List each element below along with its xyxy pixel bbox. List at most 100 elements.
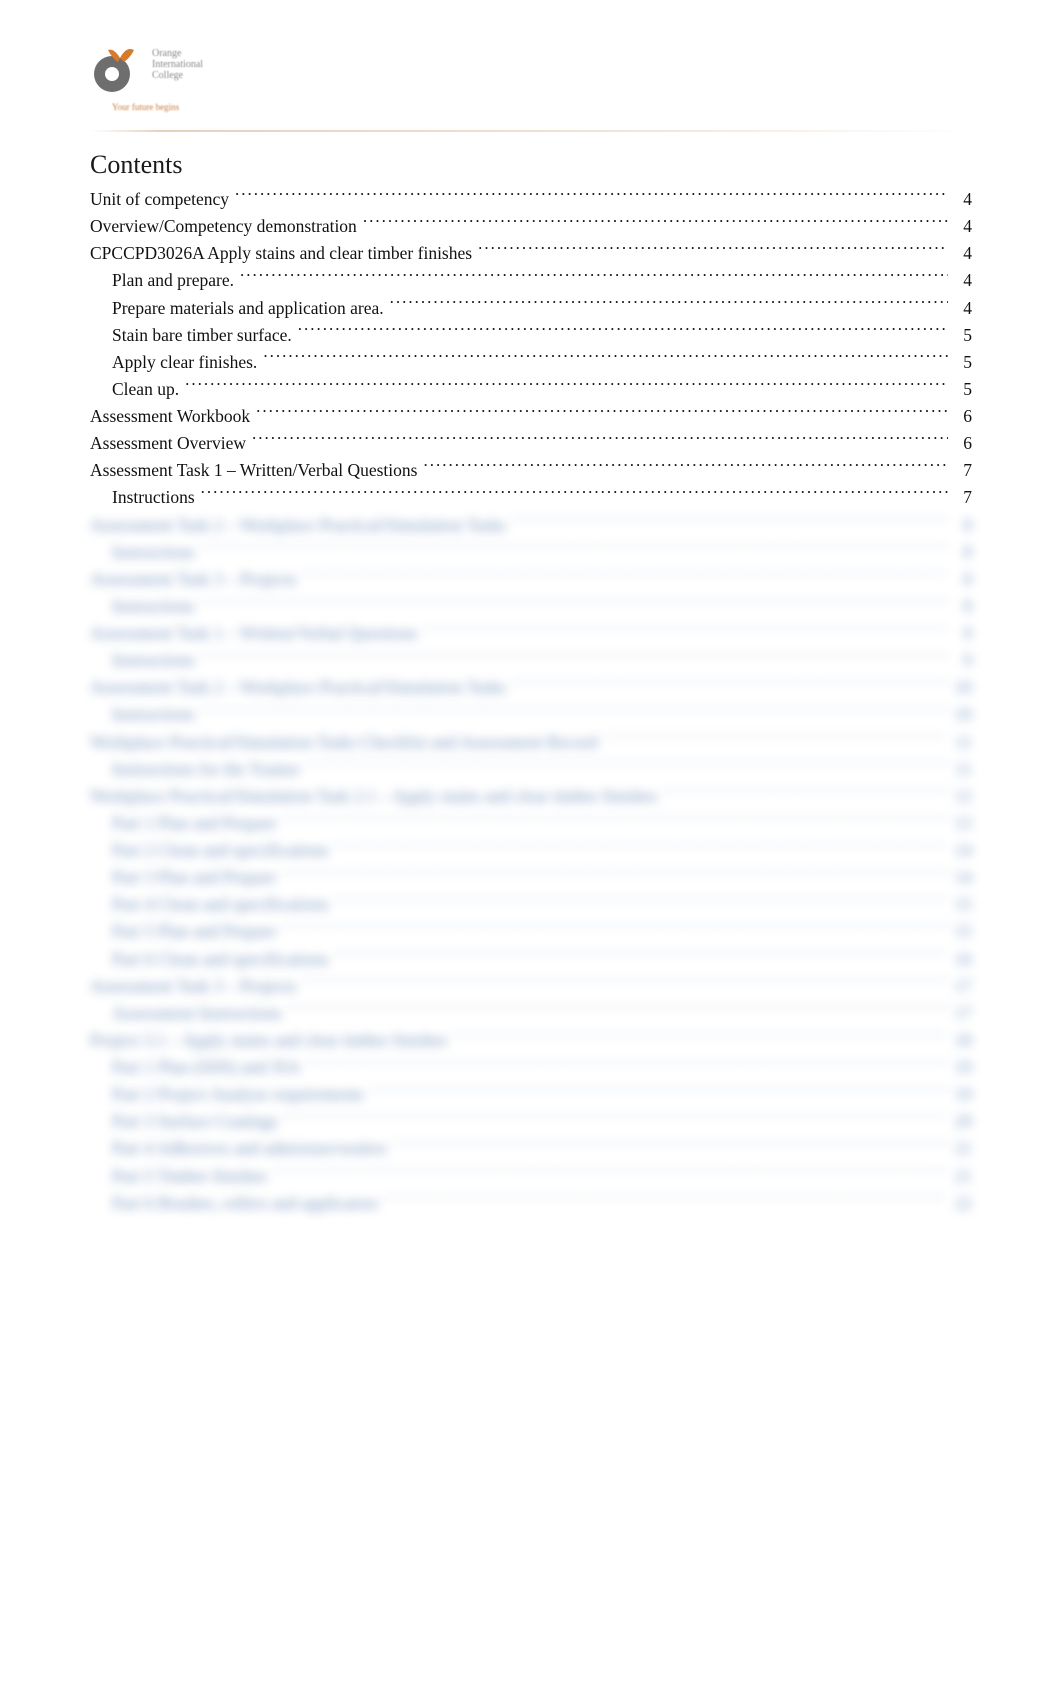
toc-leader-dots bbox=[201, 594, 948, 612]
toc-entry-label: Assessment Task 1 – Written/Verbal Quest… bbox=[90, 457, 417, 484]
toc-row: Assessment Overview 6 bbox=[90, 430, 972, 457]
toc-leader-dots bbox=[370, 1083, 948, 1101]
toc-entry-page: 5 bbox=[954, 349, 972, 376]
toc-entry-page: 15 bbox=[954, 918, 972, 945]
toc-entry-page: 22 bbox=[954, 1190, 972, 1217]
header-divider bbox=[90, 130, 972, 132]
toc-entry-page: 5 bbox=[954, 376, 972, 403]
toc-leader-dots bbox=[282, 811, 948, 829]
toc-row: Part 1 Plan (SDS) and JSA19 bbox=[90, 1054, 972, 1081]
toc-entry-label: CPCCPD3026A Apply stains and clear timbe… bbox=[90, 240, 472, 267]
toc-row: Assessment Task 2 – Workplace Practical/… bbox=[90, 512, 972, 539]
toc-entry-page: 11 bbox=[954, 756, 972, 783]
toc-row: Workplace Practical/Simulation Task 2.1 … bbox=[90, 783, 972, 810]
toc-row: Instructions for the Trainer11 bbox=[90, 756, 972, 783]
toc-entry-label: Part 3 Plan and Prepare bbox=[112, 864, 276, 891]
toc-entry-page: 12 bbox=[954, 783, 972, 810]
toc-leader-dots bbox=[663, 784, 948, 802]
toc-entry-page: 10 bbox=[954, 701, 972, 728]
toc-entry-page: 18 bbox=[954, 1027, 972, 1054]
toc-row: Assessment Task 1 – Written/Verbal Quest… bbox=[90, 620, 972, 647]
toc-leader-dots bbox=[288, 1001, 948, 1019]
toc-row: Overview/Competency demonstration4 bbox=[90, 213, 972, 240]
toc-entry-label: Assessment Workbook bbox=[90, 403, 250, 430]
toc-leader-dots bbox=[201, 486, 948, 504]
toc-row: Part 3 Plan and Prepare 14 bbox=[90, 864, 972, 891]
toc-leader-dots bbox=[512, 513, 948, 531]
toc-entry-page: 6 bbox=[954, 430, 972, 457]
toc-entry-label: Part 2 Project Analyse requirements bbox=[112, 1081, 364, 1108]
toc-row: Part 6 Brushes, rollers and applicators 2… bbox=[90, 1190, 972, 1217]
toc-entry-label: Assessment Overview bbox=[90, 430, 246, 457]
toc-entry-page: 6 bbox=[954, 403, 972, 430]
toc-entry-label: Assessment Task 3 – Projects bbox=[90, 973, 297, 1000]
toc-leader-dots bbox=[603, 730, 948, 748]
toc-entry-label: Part 6 Brushes, rollers and applicators bbox=[112, 1190, 378, 1217]
toc-row: Instructions9 bbox=[90, 647, 972, 674]
toc-entry-label: Instructions bbox=[112, 539, 195, 566]
logo-text: Orange International College bbox=[152, 48, 203, 81]
toc-leader-dots bbox=[282, 920, 948, 938]
toc-entry-page: 19 bbox=[954, 1054, 972, 1081]
toc-entry-page: 17 bbox=[954, 973, 972, 1000]
toc-row: Part 5 Timber finishes 21 bbox=[90, 1163, 972, 1190]
toc-entry-label: Part 3 Surface Coatings bbox=[112, 1108, 278, 1135]
toc-row: Prepare materials and application area.4 bbox=[90, 295, 972, 322]
toc-entry-page: 7 bbox=[954, 457, 972, 484]
toc-row: Stain bare timber surface.5 bbox=[90, 322, 972, 349]
toc-leader-dots bbox=[252, 432, 948, 450]
toc-entry-page: 14 bbox=[954, 864, 972, 891]
toc-row: Assessment Task 3 – Projects8 bbox=[90, 566, 972, 593]
toc-row: Part 4 Adhesives and admixture/sealers21 bbox=[90, 1135, 972, 1162]
toc-leader-dots bbox=[306, 757, 948, 775]
toc-row: Instructions10 bbox=[90, 701, 972, 728]
toc-row: Assessment Instructions17 bbox=[90, 1000, 972, 1027]
toc-entry-label: Clean up. bbox=[112, 376, 179, 403]
toc-leader-dots bbox=[390, 296, 948, 314]
toc-entry-page: 4 bbox=[954, 186, 972, 213]
toc-entry-label: Part 4 Clean and specifications bbox=[112, 891, 329, 918]
toc-entry-label: Workplace Practical/Simulation Tasks Che… bbox=[90, 729, 597, 756]
toc-entry-label: Unit of competency bbox=[90, 186, 229, 213]
page-title: Contents bbox=[90, 150, 972, 180]
logo-tagline: Your future begins bbox=[112, 102, 179, 112]
toc-leader-dots bbox=[273, 1164, 948, 1182]
toc-leader-dots bbox=[263, 350, 948, 368]
toc-leader-dots bbox=[363, 215, 948, 233]
toc-leader-dots bbox=[235, 188, 948, 206]
toc-leader-dots bbox=[478, 242, 948, 260]
toc-entry-label: Part 6 Clean and specifications bbox=[112, 946, 329, 973]
toc-row: Part 3 Surface Coatings20 bbox=[90, 1108, 972, 1135]
toc-entry-label: Part 2 Clean and specifications bbox=[112, 837, 329, 864]
toc-entry-label: Part 5 Timber finishes bbox=[112, 1163, 267, 1190]
toc-row: Part 2 Project Analyse requirements19 bbox=[90, 1081, 972, 1108]
toc-leader-dots bbox=[256, 405, 948, 423]
toc-leader-dots bbox=[335, 947, 948, 965]
toc-entry-label: Part 5 Plan and Prepare bbox=[112, 918, 276, 945]
logo-icon bbox=[90, 40, 150, 100]
toc-entry-label: Assessment Task 2 – Workplace Practical/… bbox=[90, 674, 506, 701]
toc-leader-dots bbox=[282, 866, 948, 884]
toc-entry-label: Instructions bbox=[112, 484, 195, 511]
toc-entry-page: 8 bbox=[954, 539, 972, 566]
toc-leader-dots bbox=[306, 1056, 948, 1074]
header-logo-area: Orange International College Your future… bbox=[90, 30, 972, 130]
college-logo: Orange International College Your future… bbox=[90, 30, 240, 120]
toc-row: Part 2 Clean and specifications14 bbox=[90, 837, 972, 864]
toc-entry-page: 15 bbox=[954, 891, 972, 918]
toc-entry-label: Instructions bbox=[112, 593, 195, 620]
toc-entry-label: Workplace Practical/Simulation Task 2.1 … bbox=[90, 783, 657, 810]
toc-row: Unit of competency 4 bbox=[90, 186, 972, 213]
toc-entry-page: 21 bbox=[954, 1163, 972, 1190]
toc-entry-label: Overview/Competency demonstration bbox=[90, 213, 357, 240]
table-of-contents-blurred: Assessment Task 2 – Workplace Practical/… bbox=[90, 512, 972, 1217]
toc-entry-page: 8 bbox=[954, 593, 972, 620]
toc-row: CPCCPD3026A Apply stains and clear timbe… bbox=[90, 240, 972, 267]
toc-entry-page: 4 bbox=[954, 240, 972, 267]
toc-row: Part 4 Clean and specifications 15 bbox=[90, 891, 972, 918]
toc-entry-page: 8 bbox=[954, 512, 972, 539]
toc-row: Plan and prepare.4 bbox=[90, 267, 972, 294]
toc-leader-dots bbox=[303, 974, 949, 992]
toc-row: Assessment Task 1 – Written/Verbal Quest… bbox=[90, 457, 972, 484]
toc-leader-dots bbox=[512, 676, 948, 694]
